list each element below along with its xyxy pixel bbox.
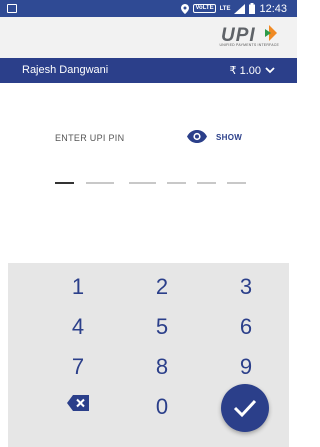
pin-label: ENTER UPI PIN — [55, 133, 125, 143]
account-bar[interactable]: Rajesh Dangwani ₹ 1.00 — [0, 58, 297, 83]
chevron-down-icon[interactable] — [265, 66, 275, 74]
pin-digit-slot — [227, 182, 246, 184]
location-icon — [181, 3, 190, 14]
key-3[interactable]: 3 — [216, 272, 276, 302]
pin-digit-slot — [55, 181, 74, 184]
key-8[interactable]: 8 — [132, 352, 192, 382]
key-2[interactable]: 2 — [132, 272, 192, 302]
gallery-icon — [7, 4, 17, 13]
key-5[interactable]: 5 — [132, 312, 192, 342]
backspace-icon[interactable] — [67, 395, 89, 411]
clock: 12:43 — [259, 2, 287, 15]
upi-logo: UPI — [221, 25, 277, 46]
submit-button[interactable] — [221, 384, 269, 432]
keypad-left-edge — [0, 263, 8, 447]
status-icons: VoLTE LTE 12:43 — [181, 0, 287, 17]
show-pin-button[interactable]: SHOW — [216, 133, 242, 142]
key-1[interactable]: 1 — [48, 272, 108, 302]
key-9[interactable]: 9 — [216, 352, 276, 382]
key-4[interactable]: 4 — [48, 312, 108, 342]
network-type-label: LTE — [219, 5, 231, 12]
pin-digit-slot — [167, 182, 186, 184]
status-bar: VoLTE LTE 12:43 — [0, 0, 297, 17]
battery-icon — [249, 3, 256, 14]
pin-digit-slot — [197, 182, 216, 184]
eye-icon[interactable] — [187, 130, 207, 143]
payment-amount: ₹ 1.00 — [229, 65, 261, 77]
key-6[interactable]: 6 — [216, 312, 276, 342]
upi-tagline: UNIFIED PAYMENTS INTERFACE — [219, 43, 279, 47]
signal-icon — [234, 3, 246, 14]
keypad-right-edge — [289, 263, 297, 447]
account-holder-name: Rajesh Dangwani — [22, 64, 109, 76]
key-7[interactable]: 7 — [48, 352, 108, 382]
pin-entry-area — [0, 83, 297, 263]
header: UPI UNIFIED PAYMENTS INTERFACE — [0, 17, 297, 58]
check-icon — [233, 399, 257, 418]
pin-digit-slot — [86, 182, 114, 184]
key-0[interactable]: 0 — [132, 392, 192, 422]
pin-digit-slot — [129, 182, 156, 184]
volte-badge: VoLTE — [193, 4, 216, 13]
